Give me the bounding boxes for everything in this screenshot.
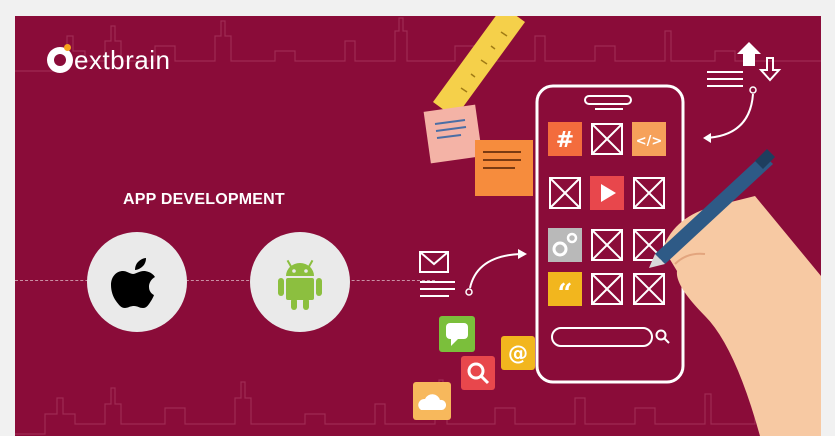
hand-with-pen	[649, 149, 821, 436]
empty-box-icon	[633, 177, 665, 209]
empty-box-icon	[591, 273, 623, 305]
mail-icon	[419, 249, 527, 297]
chat-icon	[439, 316, 475, 352]
empty-box-icon	[591, 229, 623, 261]
app-development-banner: extbrain APP DEVELOPMENT # </> “ @	[15, 16, 821, 436]
sticky-note-orange-icon	[475, 140, 533, 196]
cloud-icon	[413, 382, 451, 420]
svg-text:#: #	[556, 128, 574, 153]
svg-text:</>: </>	[636, 134, 663, 149]
sticky-note-icon	[423, 104, 483, 164]
empty-box-icon	[633, 273, 665, 305]
phone-search-bar	[551, 327, 670, 347]
empty-box-icon	[549, 177, 581, 209]
ruler-icon	[433, 16, 525, 118]
search-icon	[461, 356, 495, 390]
svg-text:“: “	[558, 279, 573, 309]
page-frame: extbrain APP DEVELOPMENT # </> “ @	[0, 0, 835, 436]
at-icon: @	[501, 336, 535, 370]
empty-box-icon	[591, 123, 623, 155]
svg-text:@: @	[508, 341, 528, 365]
app-grid: # </> “	[548, 122, 666, 309]
upload-download-icon	[703, 42, 782, 143]
app-illustration: # </> “ @	[413, 16, 821, 436]
